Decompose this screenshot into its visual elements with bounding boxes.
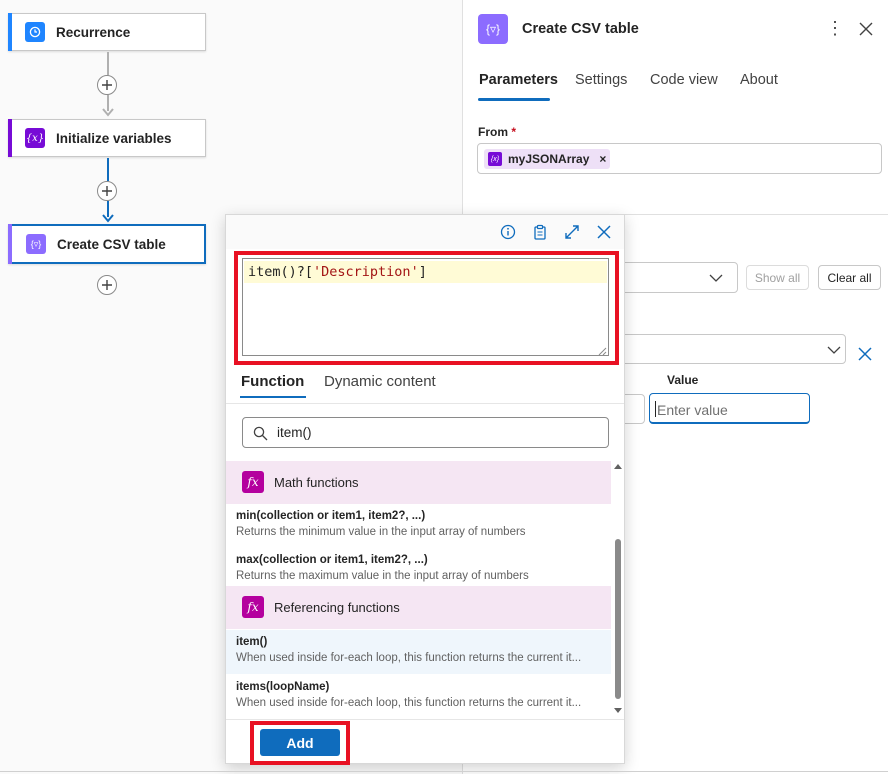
scrollbar-thumb[interactable] [615,539,621,699]
function-description: Returns the minimum value in the input a… [236,526,526,538]
tab-code-view[interactable]: Code view [650,72,718,88]
scroll-down-icon[interactable] [614,707,622,714]
expression-editor-popup: item()?['Description'] Function Dynamic … [225,214,625,765]
function-description: Returns the maximum value in the input a… [236,570,529,582]
show-all-button[interactable]: Show all [746,265,809,290]
close-icon[interactable] [595,223,613,241]
function-item-items[interactable]: items(loopName) When used inside for-eac… [226,675,611,719]
tab-about[interactable]: About [740,72,778,88]
connector [107,158,109,181]
category-label: Math functions [274,475,359,490]
function-item-item[interactable]: item() When used inside for-each loop, t… [226,630,611,674]
delete-row-icon[interactable] [858,347,872,361]
function-list-scrollbar[interactable] [613,463,623,718]
tab-function[interactable]: Function [241,373,304,390]
panel-title: Create CSV table [522,21,639,37]
value-input[interactable]: Enter value [649,393,810,424]
expr-fn: item()?[ [248,264,314,280]
more-options-icon[interactable]: ⋮ [826,18,844,38]
category-header-math[interactable]: fx Math functions [226,461,611,504]
node-label: Recurrence [56,24,131,40]
node-accent-bar [8,119,12,157]
expression-textarea[interactable]: item()?['Description'] [242,258,609,356]
from-label-text: From [478,125,508,139]
data-operation-icon: {▿} [478,14,508,44]
value-label: Value [667,373,699,387]
function-name: items(loopName) [236,681,330,693]
tab-dynamic-content[interactable]: Dynamic content [324,373,436,390]
from-field[interactable]: {x} myJSONArray × [477,143,882,174]
tab-settings[interactable]: Settings [575,72,627,88]
active-tab-indicator [478,98,550,101]
arrow-down-icon [102,214,114,223]
add-button[interactable]: Add [260,729,340,756]
recurrence-node[interactable]: Recurrence [8,13,206,51]
expand-icon[interactable] [563,223,581,241]
divider [226,719,624,720]
node-accent-bar [8,224,12,264]
from-token[interactable]: {x} myJSONArray × [484,149,610,169]
function-name: min(collection or item1, item2?, ...) [236,510,426,522]
value-placeholder: Enter value [657,402,728,418]
remove-token-icon[interactable]: × [599,152,606,166]
chevron-down-icon [709,274,723,282]
node-label: Create CSV table [57,236,166,252]
node-label: Initialize variables [56,130,172,146]
plus-icon [102,80,112,90]
arrow-down-icon [102,108,114,117]
clear-all-button[interactable]: Clear all [818,265,881,290]
create-csv-table-node[interactable]: {▿} Create CSV table [8,224,206,264]
function-search-input[interactable]: item() [242,417,609,448]
close-panel-icon[interactable] [859,22,873,36]
required-mark: * [511,125,517,139]
category-label: Referencing functions [274,600,400,615]
from-label: From * [478,125,516,139]
initialize-variables-node[interactable]: {x} Initialize variables [8,119,206,157]
clipboard-icon[interactable] [531,223,549,241]
expr-string: 'Description' [313,264,419,280]
variable-icon: {x} [488,152,502,166]
expr-end: ] [418,264,427,280]
function-item-min[interactable]: min(collection or item1, item2?, ...) Re… [226,504,611,548]
bottom-border [0,771,888,772]
active-tab-indicator [240,396,306,398]
category-header-referencing[interactable]: fx Referencing functions [226,586,611,629]
divider [226,403,624,404]
expression-line: item()?['Description'] [244,261,607,283]
token-label: myJSONArray [508,152,590,166]
resize-handle-icon[interactable] [598,347,607,356]
function-description: When used inside for-each loop, this fun… [236,652,582,664]
tab-parameters[interactable]: Parameters [479,72,558,88]
plus-icon [102,186,112,196]
insert-step-button[interactable] [97,75,117,95]
search-value: item() [277,425,312,440]
connector [107,52,109,75]
node-accent-bar [8,13,12,51]
header-dropdown[interactable] [600,334,846,364]
data-operation-icon: {▿} [26,234,46,254]
text-cursor [655,401,656,417]
insert-step-button[interactable] [97,275,117,295]
clock-icon [25,22,45,42]
function-name: item() [236,636,268,648]
fx-icon: fx [242,596,264,618]
chevron-down-icon [827,346,841,354]
plus-icon [102,280,112,290]
scroll-up-icon[interactable] [614,463,622,470]
function-description: When used inside for-each loop, this fun… [236,697,582,709]
search-icon [253,426,268,441]
insert-step-button[interactable] [97,181,117,201]
info-icon[interactable] [499,223,517,241]
fx-icon: fx [242,471,264,493]
variable-icon: {x} [25,128,45,148]
function-name: max(collection or item1, item2?, ...) [236,554,428,566]
